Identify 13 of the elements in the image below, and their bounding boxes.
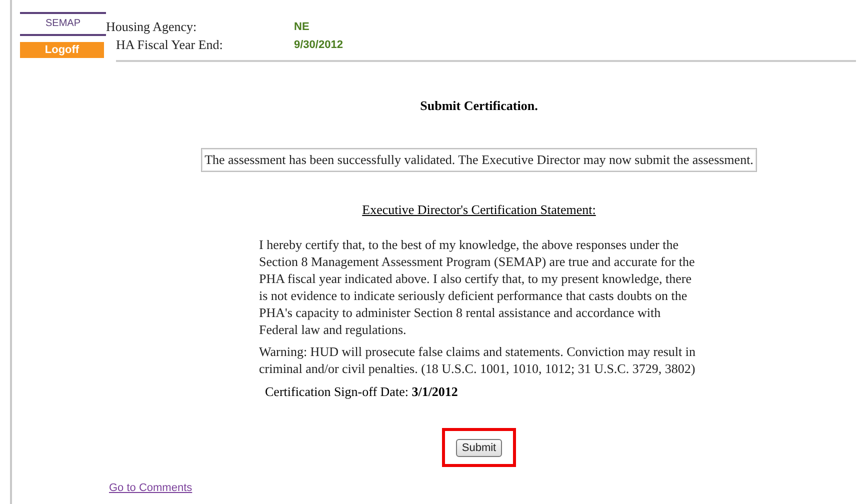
field-label: Housing Agency: (106, 19, 198, 35)
signoff-date: Certification Sign-off Date: 3/1/2012 (264, 384, 459, 400)
field-value: 9/30/2012 (294, 39, 343, 51)
field-value: NE (294, 21, 310, 33)
semap-tab[interactable]: SEMAP (20, 12, 106, 36)
statement-heading: Executive Director's Certification Statement: (362, 202, 596, 218)
statement-paragraph: I hereby certify that, to the best of my knowledge, the above responses under the Section 8 Management Assessment Program (SEMAP) are true and accurate for the PHA fiscal year indicated above. I also certify that, to my present knowledge, there is not evidence to indicate seriously deficient performance that casts doubts on the PHA's capacity to administer Section 8 rental assistance and accordance with Federal law and regulations. (259, 236, 696, 338)
comments-link[interactable]: Go to Comments (109, 482, 192, 494)
page-title: Submit Certification. (420, 98, 538, 114)
field-label: HA Fiscal Year End: (116, 37, 224, 53)
statement-paragraph: Warning: HUD will prosecute false claims and statements. Conviction may result in criminal and/or civil penalties. (18 U.S.C. 1001, 1010, 1012; 31 U.S.C. 3729, 3802) (259, 343, 697, 377)
submit-button[interactable]: Submit (456, 439, 502, 457)
validation-message: The assessment has been successfully validated. The Executive Director may now submit the assessment. (200, 148, 758, 172)
